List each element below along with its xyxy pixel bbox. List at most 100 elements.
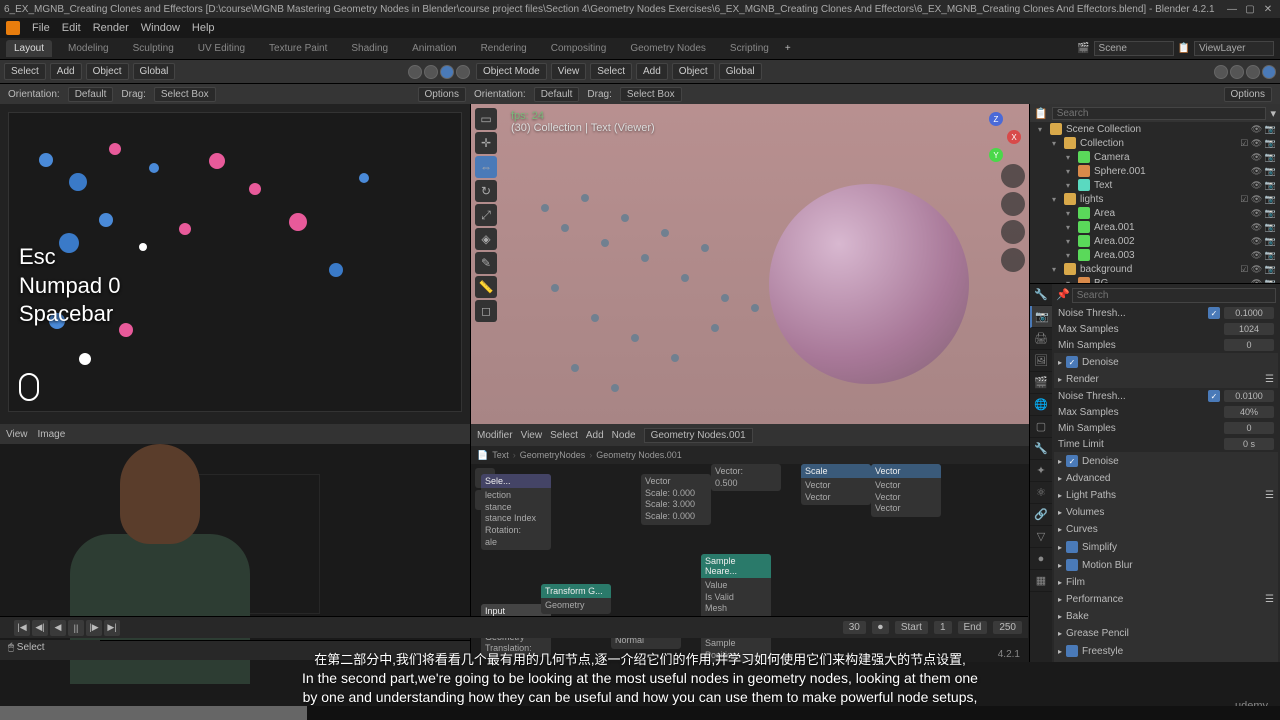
panel-film[interactable]: ▸Film (1054, 574, 1278, 591)
tab-scripting[interactable]: Scripting (722, 40, 777, 57)
tab-sculpting[interactable]: Sculpting (125, 40, 182, 57)
tool-rotate-icon[interactable]: ↻ (475, 180, 497, 202)
prop-row[interactable]: Noise Thresh...✓0.1000 (1054, 305, 1278, 321)
outliner-row[interactable]: ▾Sphere.001👁 📷 (1030, 164, 1280, 178)
blender-logo-icon[interactable] (6, 21, 20, 35)
options-l[interactable]: Options (418, 87, 466, 102)
node-node[interactable]: Node (612, 430, 636, 441)
tool-measure-icon[interactable]: 📏 (475, 276, 497, 298)
prev-key-icon[interactable]: ◀| (32, 620, 48, 636)
node-view[interactable]: View (521, 430, 543, 441)
outliner-row[interactable]: ▾Area.001👁 📷 (1030, 220, 1280, 234)
tab-object-icon[interactable]: ▢ (1030, 416, 1052, 438)
tab-output-icon[interactable]: 🖨 (1030, 328, 1052, 350)
global-orient[interactable]: Global (719, 63, 762, 80)
tool-scale-icon[interactable]: ⤢ (475, 204, 497, 226)
viewlayer-field[interactable] (1194, 41, 1274, 56)
jump-start-icon[interactable]: |◀ (14, 620, 30, 636)
outliner-row[interactable]: ▾Area.003👁 📷 (1030, 248, 1280, 262)
crumb-0[interactable]: Text (492, 450, 509, 460)
prop-row[interactable]: Noise Thresh...✓0.0100 (1054, 388, 1278, 404)
options[interactable]: Options (1224, 87, 1272, 102)
tool-addcube-icon[interactable]: ◻ (475, 300, 497, 322)
tab-texture-icon[interactable]: ▦ (1030, 570, 1052, 592)
tab-physics-icon[interactable]: ⚛ (1030, 482, 1052, 504)
tab-tool-icon[interactable]: 🔧 (1030, 284, 1052, 306)
prop-row[interactable]: Max Samples40% (1054, 404, 1278, 420)
object-menu[interactable]: Object (672, 63, 715, 80)
menu-file[interactable]: File (32, 22, 50, 34)
persp-icon[interactable] (1001, 248, 1025, 272)
props-body[interactable]: 📌 Noise Thresh...✓0.1000Max Samples1024 M… (1052, 284, 1280, 662)
left-viewport[interactable]: Esc Numpad 0 Spacebar (0, 104, 470, 424)
modifier-menu[interactable]: Modifier (477, 430, 513, 441)
img-image[interactable]: Image (38, 429, 66, 440)
autokey-icon[interactable]: ⏺ (872, 621, 889, 634)
panel-bake[interactable]: ▸Bake (1054, 608, 1278, 625)
tool-select-icon[interactable]: ▭ (475, 108, 497, 130)
node-vector[interactable]: Vector Vector Vector Vector (871, 464, 941, 517)
outliner-row[interactable]: ▾Area👁 📷 (1030, 206, 1280, 220)
object-menu-l[interactable]: Object (86, 63, 129, 80)
menu-help[interactable]: Help (192, 22, 215, 34)
panel-advanced[interactable]: ▸Advanced (1054, 470, 1278, 487)
cur-frame[interactable]: 30 (843, 621, 866, 634)
menu-edit[interactable]: Edit (62, 22, 81, 34)
camera-icon[interactable] (1001, 220, 1025, 244)
node-scale[interactable]: Scale Vector Vector (801, 464, 871, 505)
pan-icon[interactable] (1001, 192, 1025, 216)
tab-add[interactable]: + (785, 43, 791, 54)
panel-denoise[interactable]: ▸✓Denoise (1054, 452, 1278, 470)
tab-compositing[interactable]: Compositing (543, 40, 615, 57)
node-vec-math[interactable]: Vector Scale: 0.000 Scale: 3.000 Scale: … (641, 474, 711, 525)
tab-animation[interactable]: Animation (404, 40, 464, 57)
drag-value-l[interactable]: Select Box (154, 87, 216, 102)
next-key-icon[interactable]: |▶ (86, 620, 102, 636)
node-transform[interactable]: Transform G... Geometry (541, 584, 611, 614)
node-select[interactable]: Select (550, 430, 578, 441)
zoom-icon[interactable] (1001, 164, 1025, 188)
img-view[interactable]: View (6, 429, 28, 440)
end-val[interactable]: 250 (993, 621, 1022, 634)
prop-row[interactable]: Max Samples1024 (1054, 321, 1278, 337)
scene-field[interactable] (1094, 41, 1174, 56)
jump-end-icon[interactable]: ▶| (104, 620, 120, 636)
shading-wire[interactable] (1214, 65, 1228, 79)
tab-particle-icon[interactable]: ✦ (1030, 460, 1052, 482)
panel-lightpaths[interactable]: ▸Light Paths☰ (1054, 487, 1278, 504)
add-menu-l[interactable]: Add (50, 63, 82, 80)
shading-render-l[interactable] (456, 65, 470, 79)
outliner-row[interactable]: ▾lights☑ 👁 📷 (1030, 192, 1280, 206)
select-menu-l[interactable]: Select (4, 63, 46, 80)
nav-gizmo[interactable]: X Y Z (971, 112, 1021, 162)
tab-material-icon[interactable]: ● (1030, 548, 1052, 570)
crumb-1[interactable]: GeometryNodes (520, 450, 586, 460)
viewport-3d[interactable]: ▭ ✛ ⇔ ↻ ⤢ ◈ ✎ 📏 ◻ fps: 24 (30) Collectio… (471, 104, 1029, 424)
props-search[interactable] (1072, 288, 1276, 303)
select-menu[interactable]: Select (590, 63, 632, 80)
mode-dropdown[interactable]: Object Mode (476, 63, 547, 80)
menu-window[interactable]: Window (141, 22, 180, 34)
shading-solid-l[interactable] (424, 65, 438, 79)
global-orient-l[interactable]: Global (133, 63, 176, 80)
tool-annotate-icon[interactable]: ✎ (475, 252, 497, 274)
maximize-button[interactable]: ▢ (1242, 4, 1258, 15)
drag-value[interactable]: Select Box (620, 87, 682, 102)
tab-rendering[interactable]: Rendering (473, 40, 535, 57)
tool-cursor-icon[interactable]: ✛ (475, 132, 497, 154)
tab-world-icon[interactable]: 🌐 (1030, 394, 1052, 416)
prop-row[interactable]: Time Limit0 s (1054, 436, 1278, 452)
orient-value-l[interactable]: Default (68, 87, 114, 102)
tab-modeling[interactable]: Modeling (60, 40, 117, 57)
tab-viewlayer-icon[interactable]: 🖼 (1030, 350, 1052, 372)
outliner-search[interactable] (1052, 107, 1267, 120)
outliner-row[interactable]: ▾Collection☑ 👁 📷 (1030, 136, 1280, 150)
shading-solid[interactable] (1230, 65, 1244, 79)
panel-performance[interactable]: ▸Performance☰ (1054, 591, 1278, 608)
props-pin-icon[interactable]: 📌 (1056, 288, 1070, 303)
tab-data-icon[interactable]: ▽ (1030, 526, 1052, 548)
tab-texpaint[interactable]: Texture Paint (261, 40, 335, 57)
tab-uv[interactable]: UV Editing (190, 40, 253, 57)
prop-row[interactable]: Min Samples0 (1054, 420, 1278, 436)
shading-mat-l[interactable] (440, 65, 454, 79)
